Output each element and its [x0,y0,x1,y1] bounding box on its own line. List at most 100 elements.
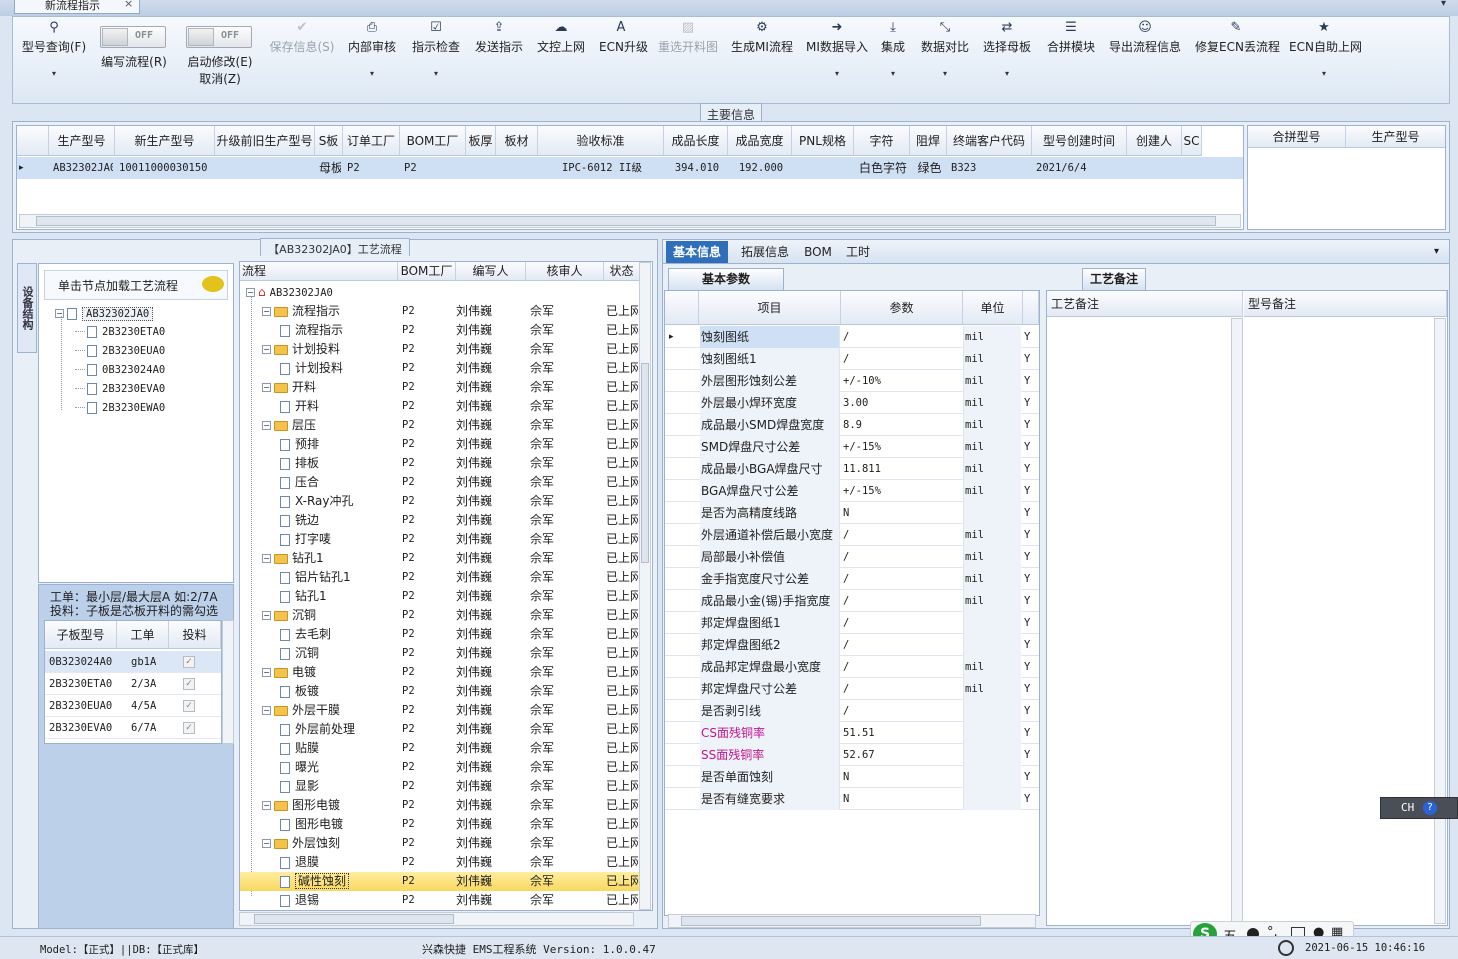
collapse-toggle-icon[interactable]: − [262,345,271,354]
flow-root-row[interactable]: − ⌂ AB32302JA0 [246,283,333,302]
param-value[interactable]: N [843,766,961,788]
collapse-toggle-icon[interactable]: − [55,309,64,318]
tabs-dropdown-icon[interactable]: ▾ [1434,246,1439,257]
chevron-down-icon[interactable]: ▾ [1289,69,1359,78]
param-value[interactable]: / [843,656,961,678]
process-remarks-tab[interactable]: 工艺备注 [1082,268,1146,290]
flow-horizontal-scrollbar[interactable] [239,912,634,926]
flow-row[interactable]: − 外层干膜 P2 刘伟巍 佘军 已上网 [240,701,640,720]
sub-board-row[interactable]: 2B3230ETA0 2/3A ✓ [45,673,221,695]
collapse-toggle-icon[interactable]: − [262,554,271,563]
flow-row[interactable]: − 外层蚀刻 P2 刘伟巍 佘军 已上网 [240,834,640,853]
star-button[interactable]: ★ ECN自助上网 ▾ [1289,18,1362,78]
flow-row[interactable]: − 沉铜 P2 刘伟巍 佘军 已上网 [240,606,640,625]
param-value[interactable]: / [843,590,961,612]
chevron-down-icon[interactable]: ▾ [982,69,1032,78]
param-row[interactable]: 局部最小补偿值 / mil Y [665,546,1039,568]
param-value[interactable]: / [843,524,961,546]
flow-row[interactable]: 图形电镀 P2 刘伟巍 佘军 已上网 [240,815,640,834]
shuffle-button[interactable]: ⇄ 选择母板 ▾ [982,18,1032,78]
param-value[interactable]: N [843,502,961,524]
main-horizontal-scrollbar[interactable] [19,214,1241,228]
search-button[interactable]: ⚲ 型号查询(F) ▾ [19,18,89,78]
param-row[interactable]: 蚀刻图纸1/mil Y [665,348,1039,370]
param-row[interactable]: 成品邦定焊盘最小宽度 / mil Y [665,656,1039,678]
flow-row[interactable]: − 电镀 P2 刘伟巍 佘军 已上网 [240,663,640,682]
check-button[interactable]: ✔ 保存信息(S) [264,18,340,55]
basic-params-grid[interactable]: 项目 参数 单位 ▸ 蚀刻图纸 / mil Y 蚀刻图纸1/mil Y 外层图形蚀刻公差 +/-10%… [664,290,1040,916]
collapse-toggle-icon[interactable]: − [262,839,271,848]
param-value[interactable]: / [843,348,961,370]
merge-model-grid[interactable]: 合拼型号 生产型号 [1247,125,1446,230]
structure-tree-node[interactable]: 2B3230EWA0 [75,398,165,417]
sub-board-row[interactable]: 2B3230EVA0 6/7A ✓ [45,717,221,739]
cloud-upload-button[interactable]: ☁ 文控上网 [536,18,586,55]
flow-row[interactable]: 曝光 P2 刘伟巍 佘军 已上网 [240,758,640,777]
flow-row[interactable]: − 计划投料 P2 刘伟巍 佘军 已上网 [240,340,640,359]
param-row[interactable]: BGA焊盘尺寸公差 +/-15% mil Y [665,480,1039,502]
feed-checkbox[interactable]: ✓ [183,678,195,690]
process-remarks-scrollbar[interactable] [1231,318,1243,924]
param-row[interactable]: 邦定焊盘尺寸公差 / mil Y [665,678,1039,700]
flow-row[interactable]: − 流程指示 P2 刘伟巍 佘军 已上网 [240,302,640,321]
model-remarks-input[interactable] [1245,318,1433,924]
collapse-toggle-icon[interactable]: − [262,706,271,715]
chevron-down-icon[interactable]: ▾ [1441,0,1446,9]
param-value[interactable]: +/-15% [843,436,961,458]
chevron-down-icon[interactable]: ▾ [347,69,397,78]
param-row[interactable]: SS面残铜率 52.67 Y [665,744,1039,766]
chevron-down-icon[interactable]: ▾ [19,69,89,78]
flow-row[interactable]: X-Ray冲孔 P2 刘伟巍 佘军 已上网 [240,492,640,511]
feed-checkbox[interactable]: ✓ [183,700,195,712]
param-value[interactable]: 52.67 [843,744,961,766]
smile-button[interactable]: ☺ 导出流程信息 [1107,18,1183,55]
main-info-grid[interactable]: 生产型号 新生产型号 升级前旧生产型号 S板 订单工厂 BOM工厂 板厚 板材 验收标准 成品长度… [16,125,1244,230]
detail-tab[interactable]: 工时 [838,241,878,263]
param-value[interactable]: +/-10% [843,370,961,392]
list-button[interactable]: ☰ 合拼模块 [1045,18,1097,55]
cancel-edit-button[interactable]: 取消(Z) [180,70,260,87]
flow-row[interactable]: − 层压 P2 刘伟巍 佘军 已上网 [240,416,640,435]
chevron-down-icon[interactable]: ▾ [918,69,972,78]
main-data-row[interactable]: ▸ AB32302JA0 10011000030150 母板 P2 P2 IPC-6012 … [17,157,1243,179]
param-row[interactable]: 邦定焊盘图纸1/ Y [665,612,1039,634]
param-row[interactable]: 外层最小焊环宽度 3.00 mil Y [665,392,1039,414]
param-value[interactable]: +/-15% [843,480,961,502]
feed-checkbox[interactable]: ✓ [183,722,195,734]
param-row[interactable]: ▸ 蚀刻图纸 / mil Y [665,326,1039,348]
flow-row[interactable]: 流程指示 P2 刘伟巍 佘军 已上网 [240,321,640,340]
structure-tree-node[interactable]: 2B3230ETA0 [75,322,165,341]
printer-button[interactable]: ⎙ 内部审核 ▾ [347,18,397,78]
wrench-button[interactable]: ✎ 修复ECN丢流程 [1195,18,1280,55]
flow-vertical-scrollbar[interactable] [639,262,651,910]
param-value[interactable]: / [843,700,961,722]
close-tab-icon[interactable]: × [124,0,133,10]
compress-button[interactable]: ⤡ 数据对比 ▾ [918,18,972,78]
collapse-toggle-icon[interactable]: − [262,668,271,677]
sub-board-grid[interactable]: 子板型号 工单 投料 0B323024A0 gb1A ✓ 2B3230ETA0 2/3A ✓ 2B… [44,620,222,744]
flow-row[interactable]: 碱性蚀刻 P2 刘伟巍 佘军 已上网 [240,872,640,891]
param-value[interactable]: 8.9 [843,414,961,436]
param-row[interactable]: CS面残铜率 51.51 Y [665,722,1039,744]
flow-row[interactable]: − 图形电镀 P2 刘伟巍 佘军 已上网 [240,796,640,815]
help-icon[interactable]: ? [1423,801,1437,815]
sub-board-row[interactable]: 2B3230EUA0 4/5A ✓ [45,695,221,717]
params-horizontal-scrollbar[interactable] [668,914,1036,928]
structure-tree-node[interactable]: 2B3230EUA0 [75,341,165,360]
param-row[interactable]: 成品最小金(锡)手指宽度 / mil Y [665,590,1039,612]
param-row[interactable]: 是否为高精度线路 N Y [665,502,1039,524]
download-button[interactable]: ⤓ 集成 ▾ [880,18,906,78]
param-value[interactable]: / [843,678,961,700]
chevron-down-icon[interactable]: ▾ [806,69,868,78]
collapse-toggle-icon[interactable]: − [262,421,271,430]
structure-tree-node[interactable]: 2B3230EVA0 [75,379,165,398]
flow-row[interactable]: 开料 P2 刘伟巍 佘军 已上网 [240,397,640,416]
param-row[interactable]: 成品最小BGA焊盘尺寸 11.811 mil Y [665,458,1039,480]
device-structure-side-tab[interactable]: 设备结构 [17,263,37,353]
feed-checkbox[interactable]: ✓ [183,656,195,668]
flow-tree-grid[interactable]: 流程 BOM工厂 编写人 核审人 状态 − ⌂ AB32302JA0− 流程指示 P2 刘伟巍 佘军已… [239,261,653,911]
param-row[interactable]: 是否有缝宽要求 N Y [665,788,1039,810]
param-value[interactable]: 11.811 [843,458,961,480]
basic-params-subtab[interactable]: 基本参数 [668,268,784,290]
image-button[interactable]: ▨ 重选开料图 [656,18,720,55]
